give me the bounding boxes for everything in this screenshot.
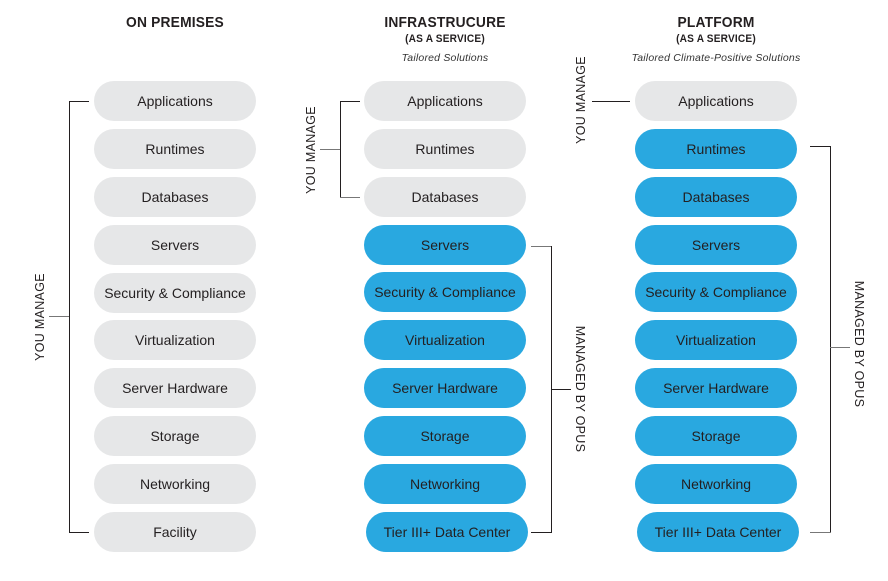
- item-label: Facility: [153, 524, 197, 540]
- bracket-top-tick: [531, 246, 552, 247]
- item-label: Databases: [411, 189, 479, 205]
- stack-item-databases: Databases: [635, 177, 797, 217]
- managed-by-opus-label: MANAGED BY OPUS: [852, 280, 866, 408]
- stack-item-storage: Storage: [94, 416, 256, 456]
- item-label: Databases: [682, 189, 750, 205]
- stack-item-networking: Networking: [635, 464, 797, 504]
- item-label: Servers: [420, 237, 470, 253]
- column-subtitle: (AS A SERVICE): [405, 33, 485, 45]
- item-label: Server Hardware: [663, 380, 769, 396]
- bracket-label-tick: [320, 149, 340, 150]
- stack-item-virtualization: Virtualization: [94, 320, 256, 360]
- stack-item-databases: Databases: [364, 177, 526, 217]
- item-label: Databases: [141, 189, 209, 205]
- item-label: Runtimes: [145, 141, 205, 157]
- stack-item-tier3-data-center: Tier III+ Data Center: [637, 512, 799, 552]
- stack-item-tier3-data-center: Tier III+ Data Center: [366, 512, 528, 552]
- column-subtitle: (AS A SERVICE): [676, 33, 756, 45]
- item-label: Tier III+ Data Center: [383, 524, 511, 540]
- stack-item-server-hardware: Server Hardware: [364, 368, 526, 408]
- item-label: Applications: [137, 93, 213, 109]
- you-manage-label: YOU MANAGE: [574, 56, 588, 144]
- column-header-iaas: INFRASTRUCURE (AS A SERVICE) Tailored So…: [345, 14, 545, 65]
- item-label: Server Hardware: [392, 380, 498, 396]
- item-label: Security & Compliance: [645, 284, 787, 300]
- column-header-paas: PLATFORM (AS A SERVICE) Tailored Climate…: [596, 14, 836, 65]
- stack-item-networking: Networking: [364, 464, 526, 504]
- bracket-spine: [830, 146, 831, 533]
- item-label: Servers: [691, 237, 741, 253]
- bracket-tick: [592, 101, 630, 102]
- bracket-spine: [340, 101, 341, 198]
- item-label: Tier III+ Data Center: [654, 524, 782, 540]
- stack-item-applications: Applications: [94, 81, 256, 121]
- stack-item-servers: Servers: [635, 225, 797, 265]
- you-manage-label: YOU MANAGE: [304, 106, 318, 194]
- item-label: Server Hardware: [122, 380, 228, 396]
- stack-item-runtimes: Runtimes: [364, 129, 526, 169]
- bracket-label-tick: [49, 316, 69, 317]
- stack-item-runtimes: Runtimes: [635, 129, 797, 169]
- item-label: Networking: [139, 476, 211, 492]
- bracket-top-tick: [69, 101, 89, 102]
- item-label: Applications: [407, 93, 483, 109]
- column-title: INFRASTRUCURE: [384, 14, 506, 31]
- column-tagline: Tailored Solutions: [401, 52, 489, 64]
- column-title: ON PREMISES: [126, 14, 224, 31]
- item-label: Runtimes: [686, 141, 746, 157]
- item-label: Virtualization: [405, 332, 485, 348]
- bracket-spine: [69, 101, 70, 533]
- stack-item-security-compliance: Security & Compliance: [364, 272, 526, 312]
- stack-item-networking: Networking: [94, 464, 256, 504]
- item-label: Security & Compliance: [104, 285, 246, 301]
- item-label: Runtimes: [415, 141, 475, 157]
- item-label: Storage: [150, 428, 200, 444]
- you-manage-label: YOU MANAGE: [33, 273, 47, 361]
- bracket-top-tick: [810, 146, 831, 147]
- stack-item-servers: Servers: [94, 225, 256, 265]
- stack-item-databases: Databases: [94, 177, 256, 217]
- stack-item-server-hardware: Server Hardware: [94, 368, 256, 408]
- stack-item-runtimes: Runtimes: [94, 129, 256, 169]
- item-label: Networking: [409, 476, 481, 492]
- stack-item-servers: Servers: [364, 225, 526, 265]
- stack-item-security-compliance: Security & Compliance: [94, 273, 256, 313]
- item-label: Virtualization: [676, 332, 756, 348]
- stack-item-storage: Storage: [635, 416, 797, 456]
- stack-item-applications: Applications: [635, 81, 797, 121]
- item-label: Virtualization: [135, 332, 215, 348]
- managed-by-opus-label: MANAGED BY OPUS: [573, 325, 587, 453]
- stack-item-facility: Facility: [94, 512, 256, 552]
- item-label: Servers: [150, 237, 200, 253]
- item-label: Storage: [420, 428, 470, 444]
- bracket-bottom-tick: [531, 532, 552, 533]
- item-label: Storage: [691, 428, 741, 444]
- bracket-bottom-tick: [69, 532, 89, 533]
- stack-item-virtualization: Virtualization: [635, 320, 797, 360]
- bracket-label-tick: [830, 347, 850, 348]
- item-label: Security & Compliance: [374, 284, 516, 300]
- bracket-label-tick: [551, 389, 571, 390]
- stack-item-storage: Storage: [364, 416, 526, 456]
- bracket-bottom-tick: [810, 532, 831, 533]
- item-label: Applications: [678, 93, 754, 109]
- stack-item-security-compliance: Security & Compliance: [635, 272, 797, 312]
- stack-item-server-hardware: Server Hardware: [635, 368, 797, 408]
- column-header-on-premises: ON PREMISES: [94, 14, 256, 32]
- bracket-bottom-tick: [340, 197, 360, 198]
- bracket-top-tick: [340, 101, 360, 102]
- column-title: PLATFORM: [677, 14, 755, 31]
- stack-item-applications: Applications: [364, 81, 526, 121]
- item-label: Networking: [680, 476, 752, 492]
- stack-item-virtualization: Virtualization: [364, 320, 526, 360]
- column-tagline: Tailored Climate-Positive Solutions: [631, 52, 801, 64]
